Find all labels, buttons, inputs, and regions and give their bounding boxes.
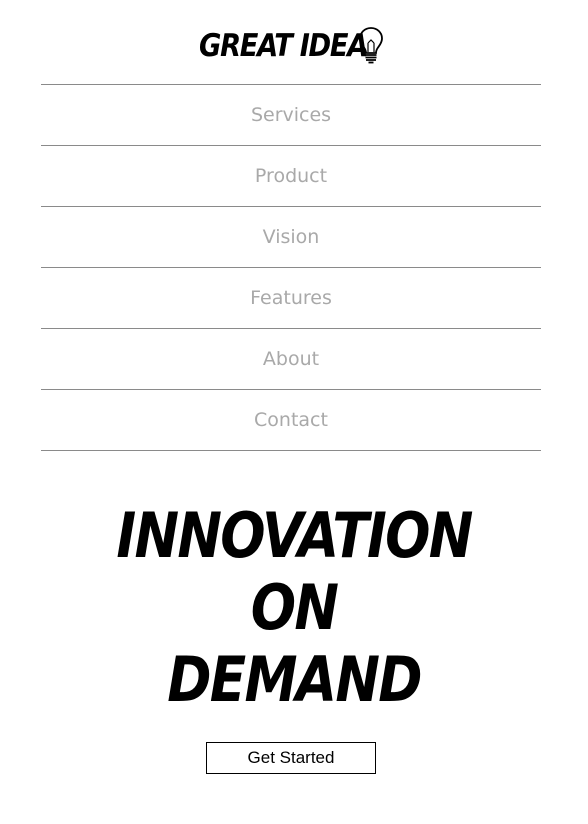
nav-item-about[interactable]: About <box>41 329 541 390</box>
nav-item-vision[interactable]: Vision <box>41 207 541 268</box>
nav-item-product[interactable]: Product <box>41 146 541 207</box>
hero-heading-line-1: INNOVATION <box>116 499 473 572</box>
site-header: GREAT IDEA <box>0 0 588 84</box>
logo-link[interactable]: GREAT IDEA <box>199 26 390 66</box>
nav-item-contact[interactable]: Contact <box>41 390 541 451</box>
logo-text: GREAT IDEA <box>199 28 368 64</box>
lightbulb-icon <box>359 27 383 64</box>
main-nav: Services Product Vision Features About C… <box>41 84 541 451</box>
nav-item-services[interactable]: Services <box>41 85 541 146</box>
get-started-button[interactable]: Get Started <box>206 742 376 774</box>
nav-item-features[interactable]: Features <box>41 268 541 329</box>
hero-heading-line-3: DEMAND <box>167 643 422 716</box>
hero-section: INNOVATION ON DEMAND <box>0 500 588 716</box>
hero-heading-line-2: ON <box>250 571 339 644</box>
